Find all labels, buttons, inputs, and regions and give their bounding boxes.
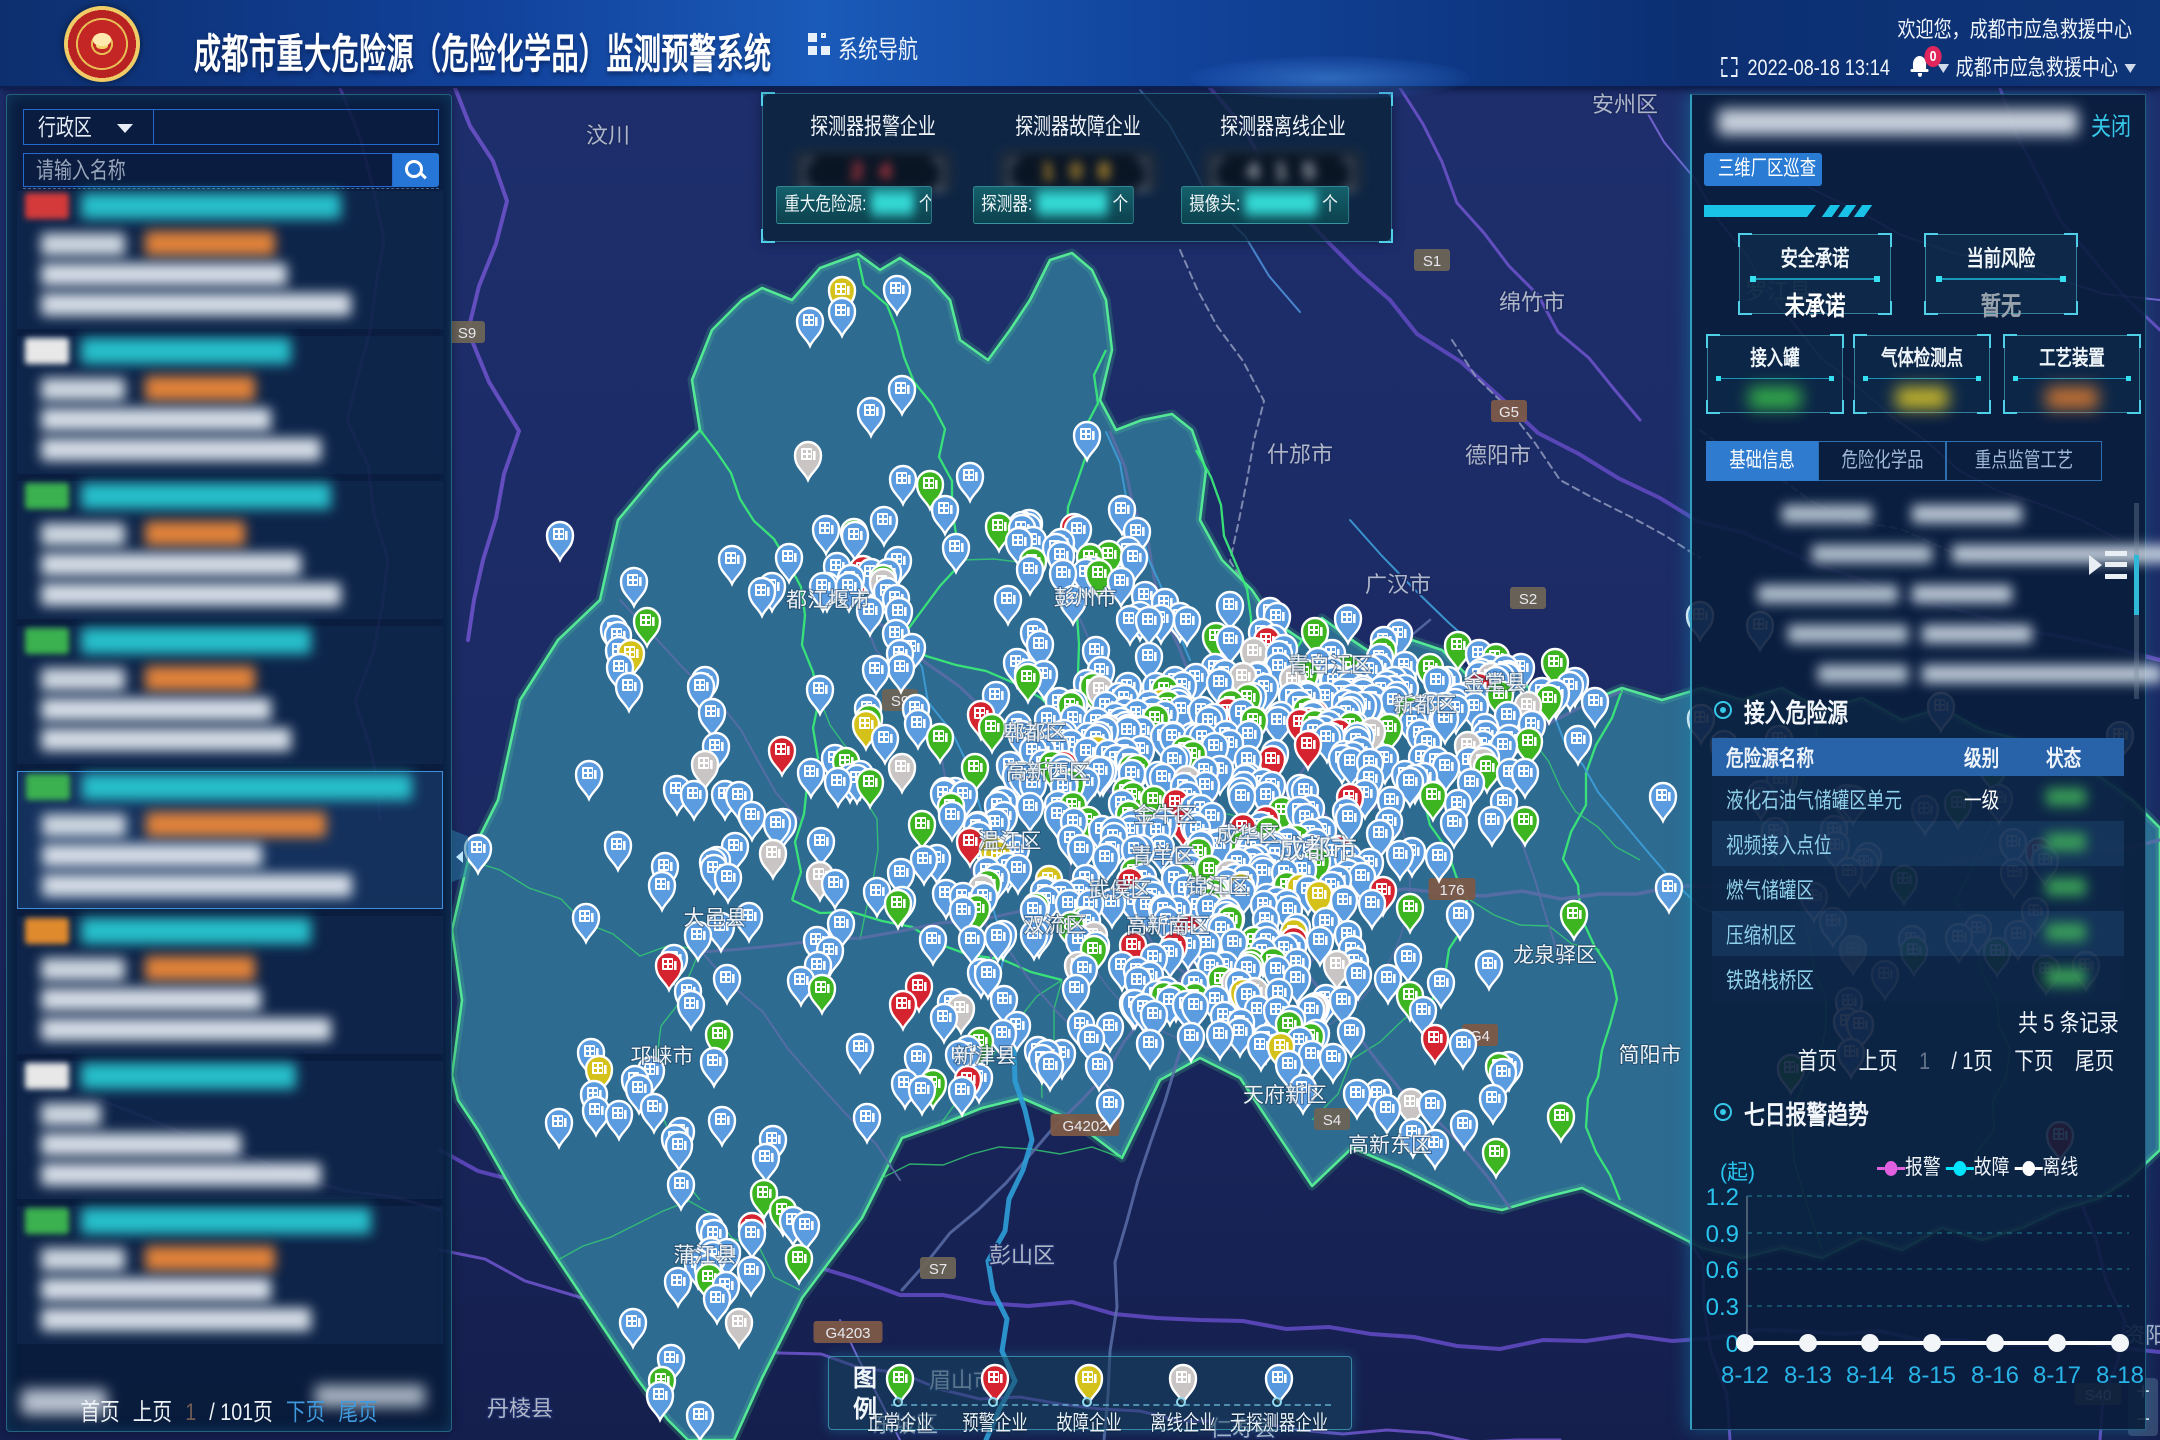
- svg-text:G5: G5: [1499, 404, 1519, 421]
- svg-text:锦江区: 锦江区: [1187, 875, 1250, 898]
- svg-text:S7: S7: [929, 1261, 947, 1278]
- svg-text:新津县: 新津县: [954, 1045, 1017, 1068]
- svg-text:简阳市: 简阳市: [1619, 1044, 1682, 1067]
- svg-text:8-18: 8-18: [2096, 1362, 2144, 1389]
- svg-text:G4202: G4202: [1062, 1118, 1107, 1135]
- svg-text:S2: S2: [1519, 591, 1537, 608]
- svg-text:S1: S1: [1423, 253, 1441, 270]
- svg-text:彭山区: 彭山区: [989, 1243, 1055, 1268]
- svg-text:成华区: 成华区: [1217, 824, 1280, 847]
- svg-text:新都区: 新都区: [1394, 694, 1457, 717]
- svg-text:高新西区: 高新西区: [1006, 761, 1090, 784]
- svg-text:0.9: 0.9: [1706, 1221, 1739, 1248]
- svg-text:8-17: 8-17: [2033, 1362, 2081, 1389]
- svg-text:蒲江县: 蒲江县: [674, 1244, 737, 1267]
- svg-text:汶川: 汶川: [586, 123, 630, 148]
- svg-text:彭州市: 彭州市: [1054, 587, 1117, 610]
- svg-text:绵竹市: 绵竹市: [1499, 290, 1565, 315]
- svg-text:高新东区: 高新东区: [1348, 1134, 1432, 1157]
- svg-text:双流区: 双流区: [1024, 914, 1087, 937]
- svg-text:8-16: 8-16: [1971, 1362, 2019, 1389]
- svg-text:什邡市: 什邡市: [1267, 442, 1333, 467]
- svg-text:武侯区: 武侯区: [1089, 879, 1152, 902]
- svg-text:广汉市: 广汉市: [1365, 572, 1431, 597]
- svg-text:德阳市: 德阳市: [1465, 443, 1531, 468]
- svg-text:青白江区: 青白江区: [1288, 654, 1372, 677]
- svg-text:G4203: G4203: [825, 1325, 870, 1342]
- svg-text:成都市: 成都市: [1279, 834, 1357, 864]
- svg-text:0.3: 0.3: [1706, 1294, 1739, 1321]
- svg-text:176: 176: [1439, 882, 1464, 899]
- svg-text:丹棱县: 丹棱县: [487, 1396, 553, 1421]
- svg-text:0.6: 0.6: [1706, 1257, 1739, 1284]
- svg-text:S9: S9: [458, 325, 476, 342]
- svg-text:天府新区: 天府新区: [1243, 1084, 1327, 1107]
- svg-text:龙泉驿区: 龙泉驿区: [1513, 944, 1597, 967]
- svg-text:8-15: 8-15: [1908, 1362, 1956, 1389]
- svg-text:S4: S4: [1323, 1112, 1341, 1129]
- svg-text:金牛区: 金牛区: [1134, 804, 1197, 827]
- svg-text:邛崃市: 邛崃市: [631, 1045, 694, 1068]
- svg-text:温江区: 温江区: [979, 830, 1042, 853]
- svg-text:(起): (起): [1720, 1161, 1755, 1184]
- svg-text:都江堰市: 都江堰市: [786, 589, 870, 612]
- svg-text:8-13: 8-13: [1784, 1362, 1832, 1389]
- svg-text:青羊区: 青羊区: [1132, 845, 1195, 868]
- svg-text:8-12: 8-12: [1721, 1362, 1769, 1389]
- svg-text:高新南区: 高新南区: [1126, 915, 1210, 938]
- svg-text:郫都区: 郫都区: [1004, 722, 1067, 745]
- svg-text:8-14: 8-14: [1846, 1362, 1894, 1389]
- svg-text:1.2: 1.2: [1706, 1184, 1739, 1211]
- svg-text:大邑县: 大邑县: [684, 907, 747, 930]
- svg-text:金堂县: 金堂县: [1464, 672, 1527, 695]
- svg-text:安州区: 安州区: [1592, 92, 1658, 117]
